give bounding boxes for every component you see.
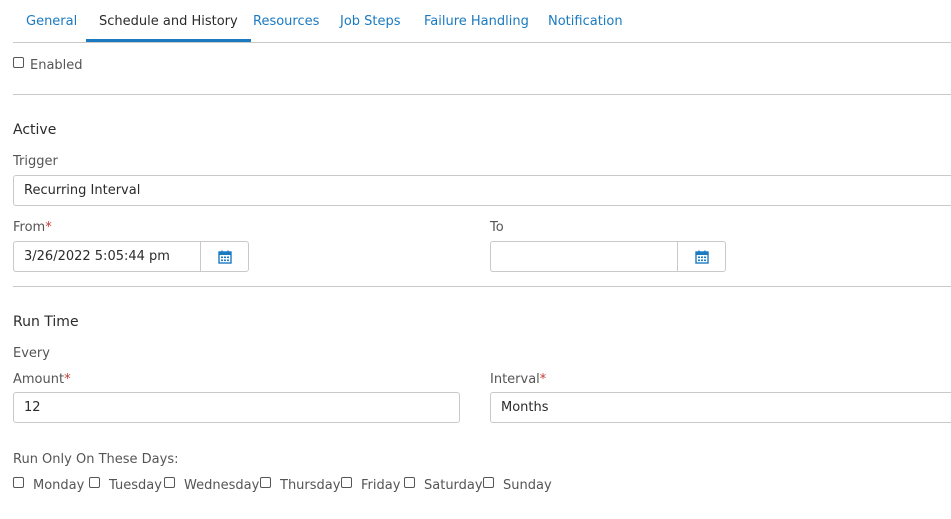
run-days-label: Run Only On These Days: [13,452,179,467]
wednesday-checkbox[interactable] [164,477,175,488]
sunday-checkbox[interactable] [483,477,494,488]
interval-select[interactable]: Months [490,392,951,423]
thursday-label: Thursday [280,478,341,493]
saturday-label: Saturday [424,478,483,493]
tab-failure-handling[interactable]: Failure Handling [424,0,529,41]
tab-notification[interactable]: Notification [548,0,623,41]
enabled-checkbox[interactable] [13,57,24,68]
required-marker: * [539,372,547,387]
monday-checkbox[interactable] [13,477,24,488]
run-time-section-title: Run Time [13,314,79,330]
tab-general[interactable]: General [26,0,77,41]
to-date-input[interactable] [490,241,678,272]
to-label: To [490,220,504,235]
friday-checkbox[interactable] [341,477,352,488]
from-label: From* [13,220,52,235]
amount-label: Amount* [13,372,71,387]
tab-schedule-and-history[interactable]: Schedule and History [86,0,251,42]
calendar-icon [695,250,709,264]
thursday-checkbox[interactable] [260,477,271,488]
tab-bar: General Schedule and History Resources J… [13,0,951,43]
from-calendar-button[interactable] [200,241,249,272]
trigger-select[interactable]: Recurring Interval [13,175,951,206]
required-marker: * [45,220,52,235]
required-marker: * [64,372,71,387]
saturday-checkbox[interactable] [404,477,415,488]
tab-job-steps[interactable]: Job Steps [340,0,401,41]
friday-label: Friday [361,478,401,493]
sunday-label: Sunday [503,478,552,493]
interval-label: Interval* [490,372,547,387]
monday-label: Monday [33,478,85,493]
calendar-icon [218,250,232,264]
to-calendar-button[interactable] [677,241,726,272]
wednesday-label: Wednesday [184,478,260,493]
amount-input[interactable]: 12 [13,392,460,423]
every-label: Every [13,346,50,361]
trigger-label: Trigger [13,154,58,169]
tab-resources[interactable]: Resources [253,0,319,41]
active-section-title: Active [13,122,57,138]
tuesday-checkbox[interactable] [89,477,100,488]
tuesday-label: Tuesday [109,478,162,493]
divider [13,286,951,287]
enabled-label: Enabled [30,58,83,73]
from-date-input[interactable]: 3/26/2022 5:05:44 pm [13,241,201,272]
divider [13,94,951,95]
